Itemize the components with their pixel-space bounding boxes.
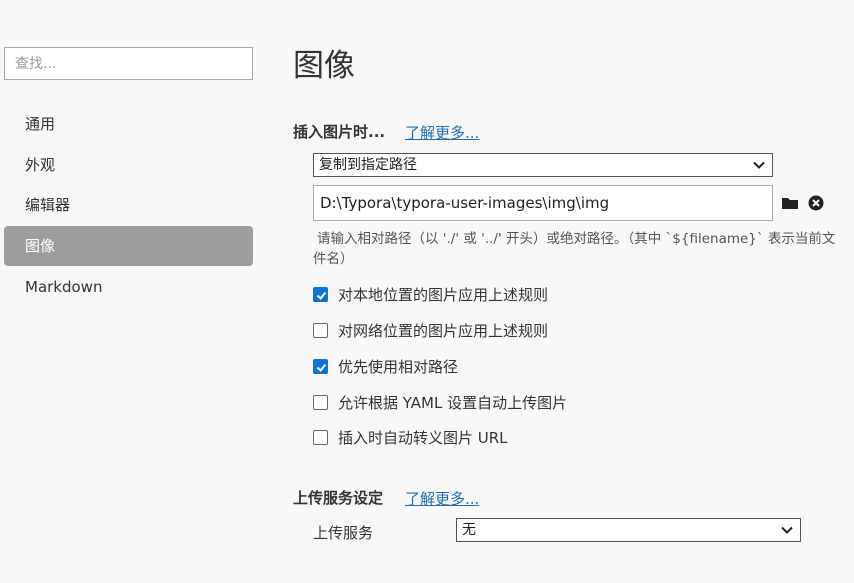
checkbox-apply-local[interactable] — [313, 286, 328, 302]
page-title: 图像 — [293, 48, 355, 84]
sidebar-item-image[interactable]: 图像 — [4, 226, 253, 266]
option-apply-local[interactable]: 对本地位置的图片应用上述规则 — [313, 283, 548, 305]
sidebar-item-appearance[interactable]: 外观 — [4, 145, 253, 185]
checkbox-yaml-upload[interactable] — [313, 394, 328, 410]
folder-icon[interactable] — [781, 194, 799, 212]
option-apply-network[interactable]: 对网络位置的图片应用上述规则 — [313, 319, 548, 341]
option-label: 优先使用相对路径 — [338, 357, 459, 376]
sidebar: 通用 外观 编辑器 图像 Markdown — [0, 0, 262, 583]
option-label: 插入时自动转义图片 URL — [338, 428, 508, 447]
chevron-down-icon — [781, 526, 793, 534]
option-label: 允许根据 YAML 设置自动上传图片 — [338, 393, 568, 412]
sidebar-item-editor[interactable]: 编辑器 — [4, 185, 253, 225]
upload-section-title: 上传服务设定 — [293, 489, 384, 507]
clear-icon[interactable] — [807, 194, 825, 212]
checkbox-escape-url[interactable] — [313, 429, 328, 445]
option-yaml-upload[interactable]: 允许根据 YAML 设置自动上传图片 — [313, 391, 567, 413]
upload-learn-more-link[interactable]: 了解更多... — [405, 488, 479, 509]
insert-section-title: 插入图片时... — [293, 123, 386, 141]
upload-service-value: 无 — [462, 522, 476, 538]
path-hint-line1: 请输入相对路径（以 './' 或 '../' 开头）或绝对路径。（其中 `${f… — [317, 231, 836, 247]
checkmark-icon — [316, 363, 327, 372]
option-label: 对网络位置的图片应用上述规则 — [338, 321, 549, 340]
option-prefer-relative[interactable]: 优先使用相对路径 — [313, 355, 458, 377]
upload-service-label: 上传服务 — [313, 524, 374, 542]
chevron-down-icon — [753, 161, 765, 169]
path-hint-line2: 件名） — [313, 251, 354, 267]
image-path-input[interactable]: D:\Typora\typora-user-images\img\img — [313, 185, 773, 221]
upload-service-select[interactable]: 无 — [456, 518, 801, 542]
insert-learn-more-link[interactable]: 了解更多... — [405, 122, 479, 143]
sidebar-item-general[interactable]: 通用 — [4, 104, 253, 144]
insert-action-select[interactable]: 复制到指定路径 — [313, 153, 773, 177]
sidebar-item-markdown[interactable]: Markdown — [4, 267, 253, 307]
settings-panel: 图像 插入图片时... 了解更多... 复制到指定路径 D:\Typora\ty… — [293, 0, 854, 583]
insert-action-value: 复制到指定路径 — [319, 157, 417, 173]
checkbox-apply-network[interactable] — [313, 322, 328, 338]
path-hint: 请输入相对路径（以 './' 或 '../' 开头）或绝对路径。（其中 `${f… — [313, 229, 854, 269]
option-label: 对本地位置的图片应用上述规则 — [338, 285, 549, 304]
search-input[interactable] — [4, 47, 253, 80]
checkmark-icon — [316, 291, 327, 300]
checkbox-prefer-relative[interactable] — [313, 358, 328, 374]
option-escape-url[interactable]: 插入时自动转义图片 URL — [313, 426, 508, 448]
